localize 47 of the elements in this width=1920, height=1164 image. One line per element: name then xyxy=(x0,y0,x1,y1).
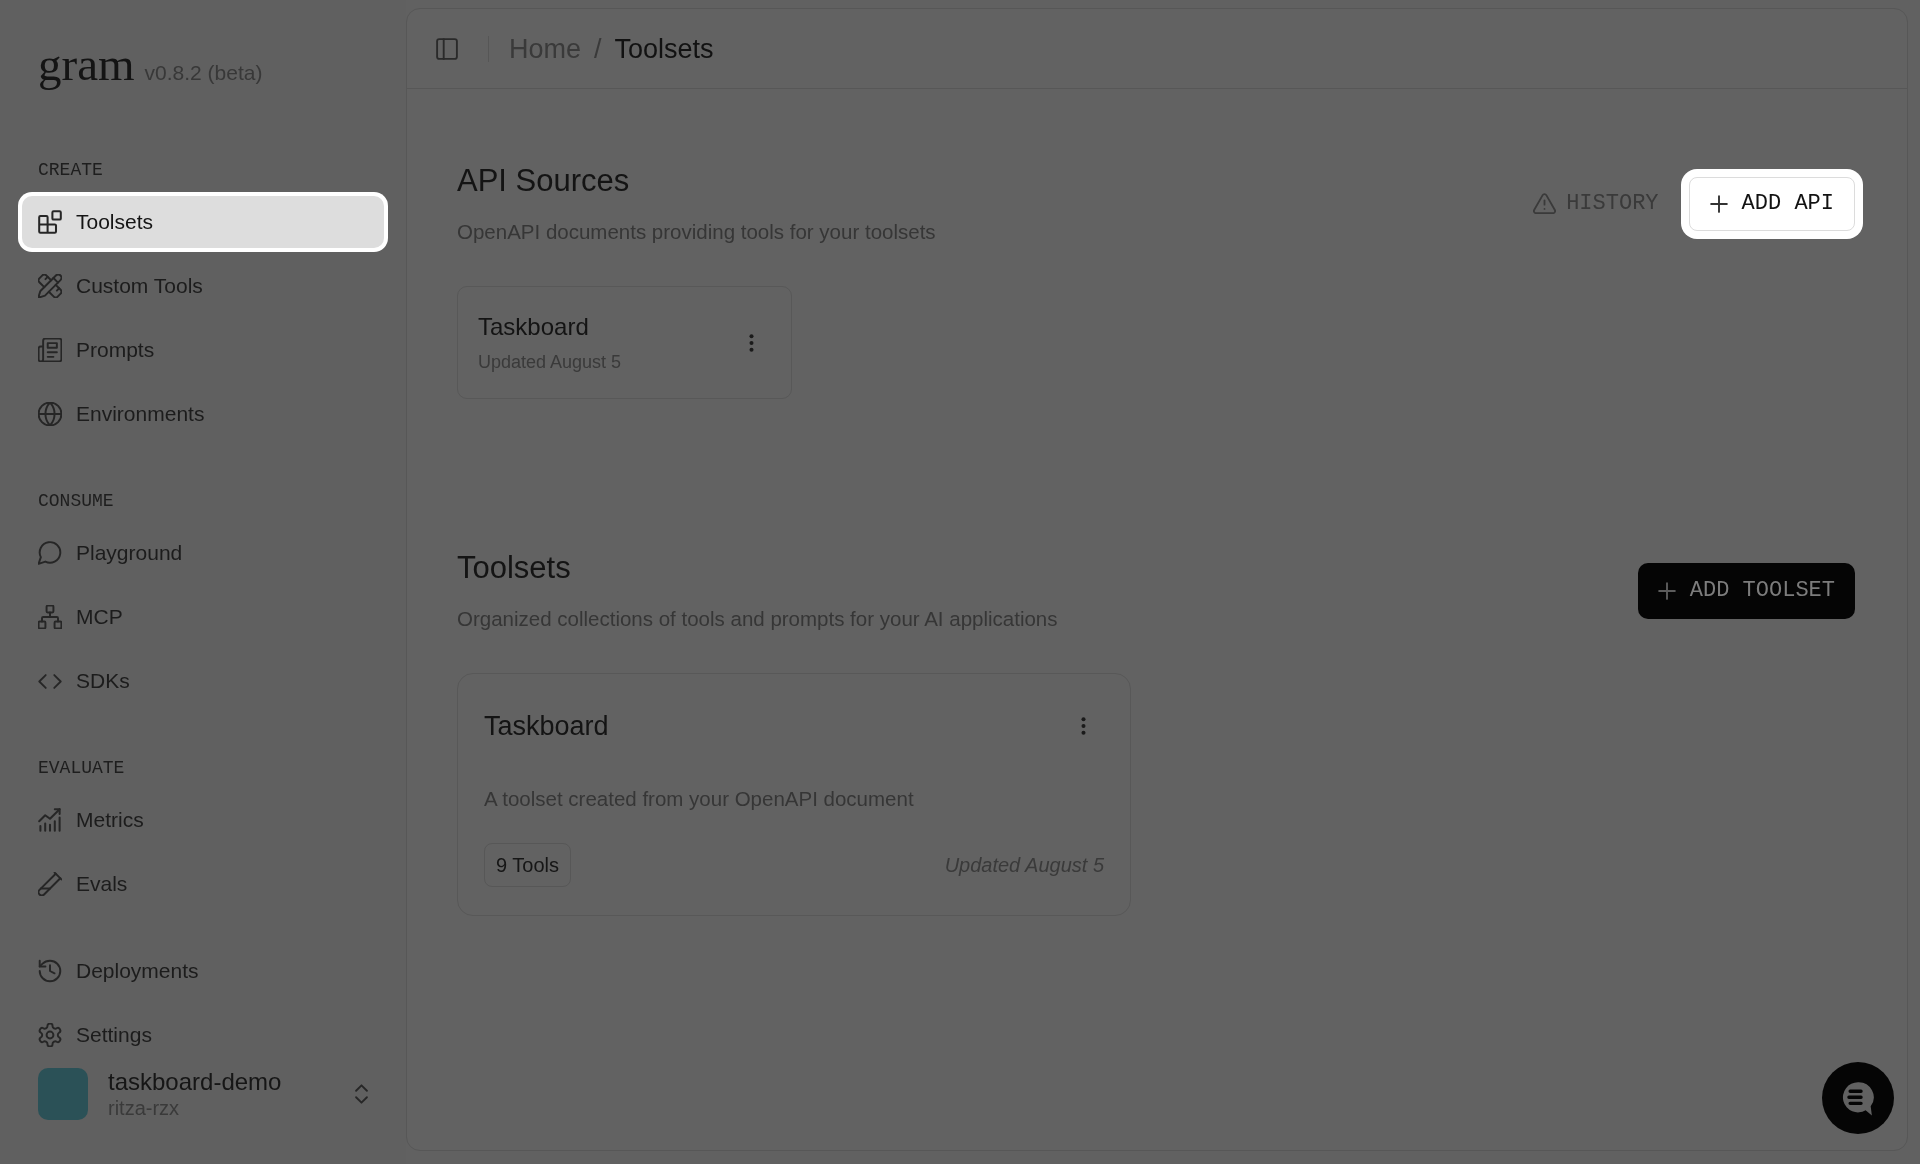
workspace-switch-button[interactable] xyxy=(355,1084,368,1104)
code-icon xyxy=(38,673,62,689)
nav-item[interactable]: Evals xyxy=(22,858,384,910)
more-options-button[interactable] xyxy=(1081,717,1086,735)
nav-item[interactable]: Metrics xyxy=(22,794,384,846)
section-label: CREATE xyxy=(38,159,103,181)
plus-icon xyxy=(1657,581,1676,600)
section-title: Toolsets xyxy=(457,549,572,587)
tool-count-badge: 9 Tools xyxy=(484,843,571,887)
test-tube-icon xyxy=(38,872,62,896)
nav-item[interactable]: Custom Tools xyxy=(22,260,384,312)
card-title: Taskboard xyxy=(478,312,590,341)
chat-bubble-icon xyxy=(1841,1080,1875,1116)
section-title: API Sources xyxy=(457,162,631,200)
nav-item[interactable]: MCP xyxy=(22,591,384,643)
pencil-ruler-icon xyxy=(38,274,62,298)
section-label: CONSUME xyxy=(38,490,114,512)
breadcrumb-separator: / xyxy=(594,32,602,65)
sidebar-panel-icon xyxy=(436,37,458,60)
speech-bubble-icon xyxy=(38,541,62,565)
blocks-icon xyxy=(38,210,62,234)
warning-icon xyxy=(1533,193,1557,214)
nav-item[interactable]: Settings xyxy=(22,1009,384,1061)
newspaper-icon xyxy=(38,338,62,362)
section-label: EVALUATE xyxy=(38,757,125,779)
bar-chart-icon xyxy=(38,808,62,832)
add-button[interactable]: ADD TOOLSET xyxy=(1637,562,1855,619)
card-title: Taskboard xyxy=(484,710,609,743)
vertical-dots-icon xyxy=(749,333,754,352)
chevrons-up-down-icon xyxy=(355,1084,368,1104)
breadcrumb-current: Toolsets xyxy=(614,32,714,65)
network-icon xyxy=(38,605,62,629)
sidebar-toggle-button[interactable] xyxy=(436,37,458,60)
plus-icon xyxy=(1709,194,1728,213)
more-options-button[interactable] xyxy=(749,333,754,352)
nav-item[interactable]: Prompts xyxy=(22,324,384,376)
nav-item[interactable]: Playground xyxy=(22,527,384,579)
settings-icon xyxy=(38,1023,62,1047)
vertical-dots-icon xyxy=(1081,717,1086,735)
nav-item[interactable]: Deployments xyxy=(22,945,384,997)
app-logo: gram xyxy=(38,37,135,92)
globe-icon xyxy=(38,402,62,426)
workspace-avatar xyxy=(38,1068,88,1120)
workspace-name: taskboard-demo xyxy=(108,1068,283,1096)
nav-item[interactable]: Environments xyxy=(22,388,384,440)
history-icon xyxy=(38,959,62,983)
nav-item[interactable]: SDKs xyxy=(22,655,384,707)
